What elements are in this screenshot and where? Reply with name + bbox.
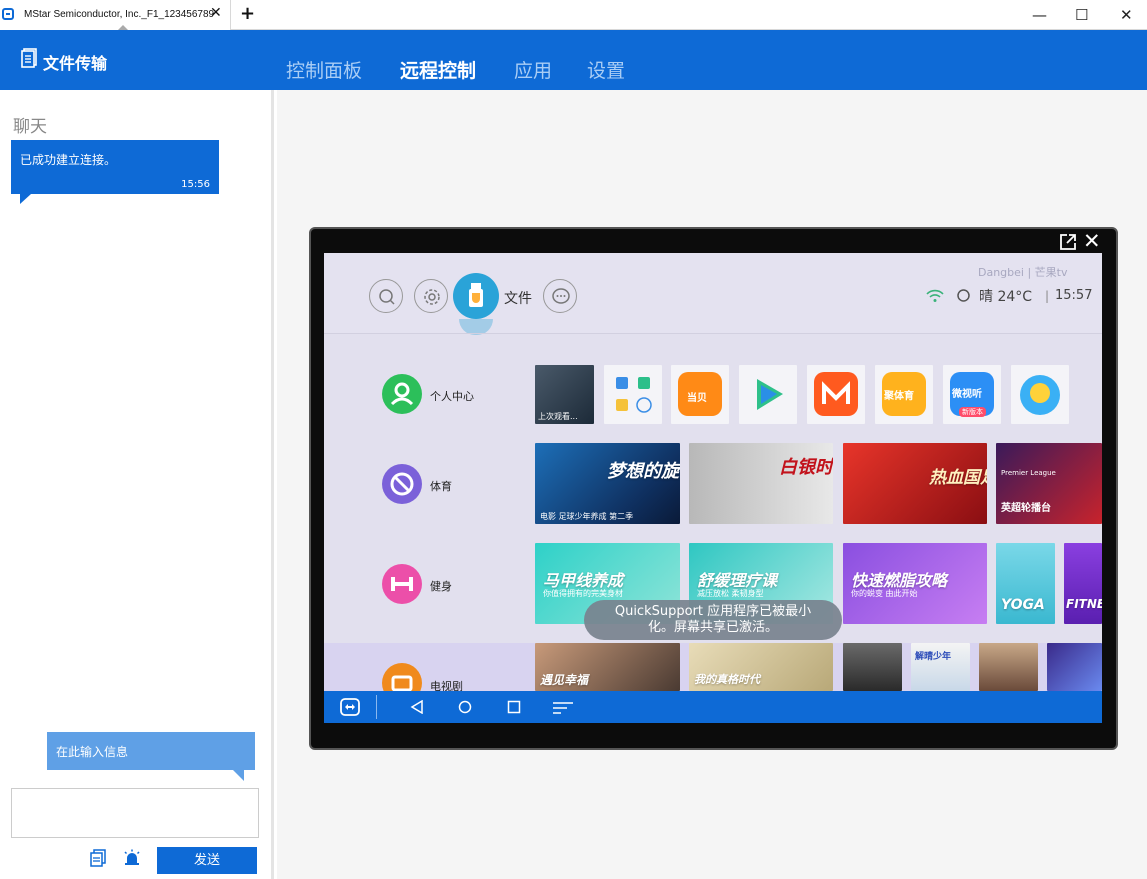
chat-message: 已成功建立连接。 15:56 <box>11 140 219 194</box>
file-transfer-icon[interactable] <box>21 48 37 68</box>
sports-tile-1-caption: 电影 足球少年养成 第二季 <box>540 512 634 521</box>
settings-icon[interactable] <box>414 279 448 313</box>
fitness-tile-3[interactable]: 快速燃脂攻略 你的蜕变 由此开始 <box>843 543 987 624</box>
category-fitness-label[interactable]: 健身 <box>430 578 452 594</box>
sports-tile-3-title: 热血国足 <box>929 468 987 488</box>
app-header <box>0 30 1147 90</box>
tv-clock: 15:57 <box>1055 288 1093 303</box>
toast-line-2: 化。屏幕共享已激活。 <box>647 620 778 635</box>
usb-files-icon[interactable] <box>453 273 499 319</box>
tv-tile-6[interactable] <box>1047 643 1102 691</box>
fitness-tile-5-title: FITNE <box>1066 597 1102 611</box>
chat-input-hint: 在此输入信息 <box>47 732 255 770</box>
app-mango-tv-tile[interactable] <box>807 365 865 424</box>
category-sports-icon[interactable] <box>382 464 422 504</box>
tab-close-button[interactable]: ✕ <box>210 5 222 21</box>
tab-apps[interactable]: 应用 <box>514 56 552 83</box>
search-icon[interactable] <box>369 279 403 313</box>
back-icon[interactable] <box>410 700 424 714</box>
weather-icon <box>957 289 970 302</box>
divider <box>324 333 1102 334</box>
chat-message-text: 已成功建立连接。 <box>20 153 117 167</box>
app-weishi-badge: 新版本 <box>959 407 986 417</box>
sports-tile-1-title: 梦想的旋 <box>607 461 679 482</box>
chat-message-input[interactable] <box>11 788 259 838</box>
send-button[interactable]: 发送 <box>157 847 257 874</box>
sports-tile-2[interactable]: 白银时代 <box>689 443 833 524</box>
teamviewer-icon[interactable] <box>340 698 360 716</box>
tv-tile-4-title: 解晴少年 <box>915 652 952 662</box>
toast-line-1: QuickSupport 应用程序已被最小 <box>614 604 812 619</box>
fitness-tile-2-caption: 减压放松 柔韧身型 <box>697 589 764 598</box>
files-label: 文件 <box>504 291 532 307</box>
category-profile-icon[interactable] <box>382 374 422 414</box>
category-profile-label[interactable]: 个人中心 <box>430 388 474 404</box>
tv-tile-5[interactable] <box>979 643 1038 691</box>
session-tab-label: MStar Semiconductor, Inc._F1_123456789 <box>24 9 215 20</box>
menu-icon[interactable] <box>552 701 574 715</box>
maximize-button[interactable]: ☐ <box>1075 6 1088 24</box>
weather-text: 晴 24°C <box>979 289 1033 305</box>
tv-tile-1[interactable]: 遇见幸福 <box>535 643 680 691</box>
close-remote-view-button[interactable]: ✕ <box>1083 231 1101 252</box>
nav-divider <box>376 695 377 719</box>
chat-hint-tail <box>233 770 244 781</box>
file-transfer-button[interactable]: 文件传输 <box>43 50 107 74</box>
app-ju-sports-label: 聚体育 <box>884 391 914 402</box>
message-icon[interactable] <box>543 279 577 313</box>
category-fitness-icon[interactable] <box>382 564 422 604</box>
sports-tile-4-title: 英超轮播台 <box>1001 503 1051 514</box>
teamviewer-icon <box>2 8 14 20</box>
chat-heading: 聊天 <box>13 117 47 137</box>
session-tab[interactable]: MStar Semiconductor, Inc._F1_123456789 ✕ <box>0 0 231 30</box>
window-close-button[interactable]: ✕ <box>1120 6 1133 24</box>
new-tab-button[interactable]: + <box>240 3 255 24</box>
sports-tile-3[interactable]: 热血国足 <box>843 443 987 524</box>
fitness-tile-1-caption: 你值得拥有的完美身材 <box>543 589 623 598</box>
tab-control-panel[interactable]: 控制面板 <box>286 56 362 83</box>
separator: | <box>1045 289 1050 303</box>
tv-tile-2-title: 我的真格时代 <box>694 673 760 686</box>
quicksupport-toast: QuickSupport 应用程序已被最小 化。屏幕共享已激活。 <box>584 600 842 640</box>
minimize-button[interactable]: — <box>1032 6 1047 24</box>
app-dangbei-label: 当贝 <box>687 393 707 404</box>
recent-watch-tile[interactable]: 上次观看... <box>535 365 594 424</box>
app-weishi-tile[interactable]: 微视听 新版本 <box>943 365 1001 424</box>
sports-tile-4-caption: Premier League <box>1001 469 1056 477</box>
tv-tile-4[interactable]: 解晴少年 <box>911 643 970 691</box>
app-tencent-video-tile[interactable] <box>739 365 797 424</box>
tab-remote-control[interactable]: 远程控制 <box>400 56 476 83</box>
chat-bubble-tail <box>20 194 31 204</box>
brand-logo: Dangbei | 芒果tv <box>978 266 1068 279</box>
fitness-tile-4-title: YOGA <box>1001 597 1045 613</box>
android-nav-bar <box>324 691 1102 723</box>
chat-message-time: 15:56 <box>181 179 210 190</box>
tv-tile-2[interactable]: 我的真格时代 <box>689 643 833 691</box>
remote-tv-screen[interactable]: Dangbei | 芒果tv 文件 晴 24°C | 15:57 个人中心 体育… <box>324 253 1102 723</box>
send-file-icon[interactable] <box>89 849 107 867</box>
recents-icon[interactable] <box>507 700 521 714</box>
tv-tile-3[interactable] <box>843 643 902 691</box>
tab-settings[interactable]: 设置 <box>587 56 625 83</box>
app-dangbei-tile[interactable]: 当贝 <box>671 365 729 424</box>
sports-tile-1[interactable]: 梦想的旋 电影 足球少年养成 第二季 <box>535 443 680 524</box>
chat-input-hint-text: 在此输入信息 <box>56 745 129 759</box>
sports-tile-4[interactable]: Premier League 英超轮播台 <box>996 443 1102 524</box>
app-ju-sports-tile[interactable]: 聚体育 <box>875 365 933 424</box>
recent-watch-label: 上次观看... <box>538 412 578 421</box>
app-kids-tile[interactable] <box>1011 365 1069 424</box>
popout-icon[interactable] <box>1059 233 1077 251</box>
home-icon[interactable] <box>458 700 472 714</box>
sports-tile-2-title: 白银时代 <box>779 457 833 478</box>
alarm-icon[interactable] <box>123 849 141 867</box>
app-weishi-label: 微视听 <box>952 389 982 400</box>
wifi-icon <box>926 289 944 302</box>
fitness-tile-3-caption: 你的蜕变 由此开始 <box>851 589 918 598</box>
category-sports-label[interactable]: 体育 <box>430 478 452 494</box>
fitness-tile-4[interactable]: YOGA <box>996 543 1055 624</box>
app-file-manager-tile[interactable] <box>604 365 662 424</box>
tv-tile-1-title: 遇见幸福 <box>540 673 589 687</box>
fitness-tile-5[interactable]: FITNE <box>1064 543 1102 624</box>
